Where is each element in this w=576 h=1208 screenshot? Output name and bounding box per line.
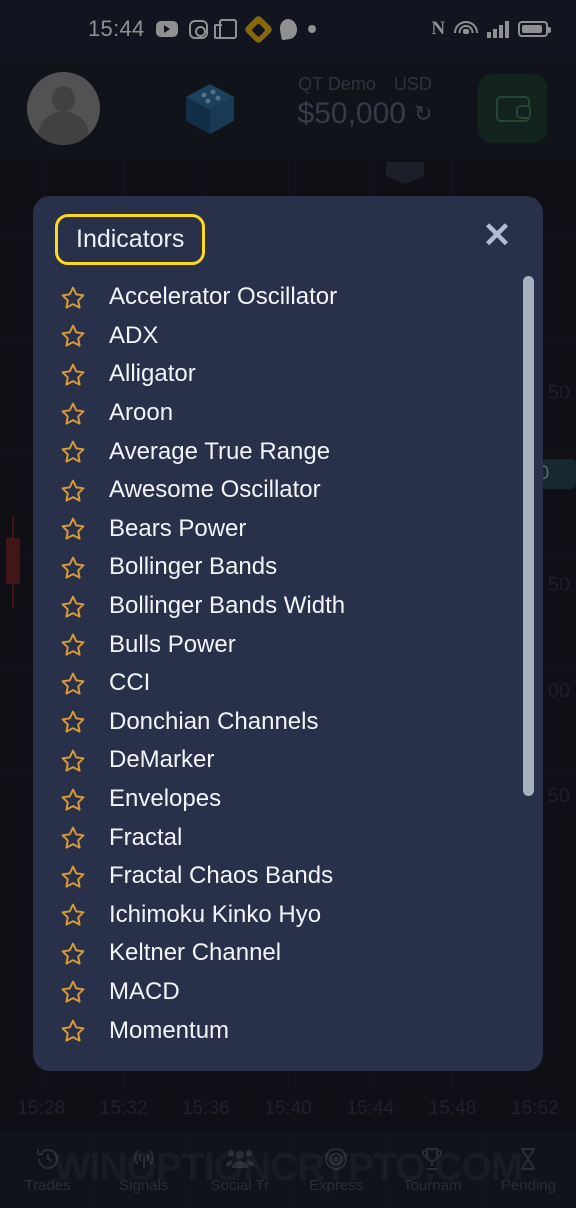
indicator-row[interactable]: Aroon — [33, 394, 543, 433]
indicator-label: MACD — [109, 977, 180, 1005]
indicator-row[interactable]: CCI — [33, 664, 543, 703]
favorite-star-icon[interactable] — [60, 748, 86, 773]
indicator-row[interactable]: MACD — [33, 973, 543, 1012]
favorite-star-icon[interactable] — [60, 864, 86, 889]
favorite-star-icon[interactable] — [60, 941, 86, 966]
favorite-star-icon[interactable] — [60, 594, 86, 619]
indicator-list[interactable]: Accelerator Oscillator ADX Alligator Aroon A… — [33, 274, 543, 1071]
indicator-row[interactable]: Bears Power — [33, 510, 543, 549]
indicator-row[interactable]: Alligator — [33, 355, 543, 394]
favorite-star-icon[interactable] — [60, 401, 86, 426]
indicator-row[interactable]: Donchian Channels — [33, 703, 543, 742]
indicator-label: Keltner Channel — [109, 939, 282, 967]
indicator-row[interactable]: Average True Range — [33, 432, 543, 471]
page-title: Indicators — [76, 225, 185, 253]
indicator-label: Fractal — [109, 823, 183, 851]
favorite-star-icon[interactable] — [60, 323, 86, 348]
indicator-row[interactable]: Ichimoku Kinko Hyo — [33, 896, 543, 935]
favorite-star-icon[interactable] — [60, 439, 86, 464]
indicator-label: Bollinger Bands Width — [109, 592, 346, 620]
indicator-row[interactable]: DeMarker — [33, 741, 543, 780]
indicator-label: Aroon — [109, 399, 174, 427]
indicator-row[interactable]: Envelopes — [33, 780, 543, 819]
favorite-star-icon[interactable] — [60, 632, 86, 657]
favorite-star-icon[interactable] — [60, 979, 86, 1004]
indicator-row[interactable]: ADX — [33, 317, 543, 356]
indicators-modal: Indicators ✕ Accelerator Oscillator ADX Al… — [33, 196, 543, 1071]
favorite-star-icon[interactable] — [60, 516, 86, 541]
indicator-label: Bears Power — [109, 514, 247, 542]
indicator-label: Momentum — [109, 1016, 230, 1044]
indicator-row[interactable]: Accelerator Oscillator — [33, 278, 543, 317]
indicator-label: Donchian Channels — [109, 707, 319, 735]
indicator-label: CCI — [109, 669, 151, 697]
favorite-star-icon[interactable] — [60, 902, 86, 927]
favorite-star-icon[interactable] — [60, 555, 86, 580]
indicator-label: DeMarker — [109, 746, 215, 774]
modal-header: Indicators ✕ — [33, 196, 543, 274]
page-title-highlight: Indicators — [55, 214, 206, 265]
indicator-row[interactable]: Awesome Oscillator — [33, 471, 543, 510]
indicator-label: Average True Range — [109, 437, 331, 465]
app-root: 15:44 N QT Demo USD $50,000 ↻ 50 50 00 5… — [0, 0, 576, 1208]
indicator-label: Accelerator Oscillator — [109, 283, 338, 311]
indicator-label: Fractal Chaos Bands — [109, 862, 334, 890]
indicator-row[interactable]: Bollinger Bands Width — [33, 587, 543, 626]
indicator-label: Ichimoku Kinko Hyo — [109, 900, 322, 928]
favorite-star-icon[interactable] — [60, 671, 86, 696]
favorite-star-icon[interactable] — [60, 478, 86, 503]
indicator-row[interactable]: Fractal Chaos Bands — [33, 857, 543, 896]
scrollbar-thumb[interactable] — [523, 276, 534, 796]
indicator-label: Alligator — [109, 360, 196, 388]
indicator-label: Envelopes — [109, 785, 222, 813]
favorite-star-icon[interactable] — [60, 1018, 86, 1043]
indicator-label: Bollinger Bands — [109, 553, 278, 581]
favorite-star-icon[interactable] — [60, 709, 86, 734]
indicator-label: Bulls Power — [109, 630, 236, 658]
indicator-label: ADX — [109, 321, 159, 349]
indicator-label: Awesome Oscillator — [109, 476, 321, 504]
indicator-row[interactable]: Fractal — [33, 818, 543, 857]
favorite-star-icon[interactable] — [60, 362, 86, 387]
favorite-star-icon[interactable] — [60, 825, 86, 850]
indicator-row[interactable]: Keltner Channel — [33, 934, 543, 973]
indicator-row[interactable]: Bulls Power — [33, 625, 543, 664]
indicator-row[interactable]: Momentum — [33, 1011, 543, 1050]
close-icon[interactable]: ✕ — [477, 216, 517, 256]
indicator-row[interactable]: Bollinger Bands — [33, 548, 543, 587]
favorite-star-icon[interactable] — [60, 787, 86, 812]
favorite-star-icon[interactable] — [60, 285, 86, 310]
